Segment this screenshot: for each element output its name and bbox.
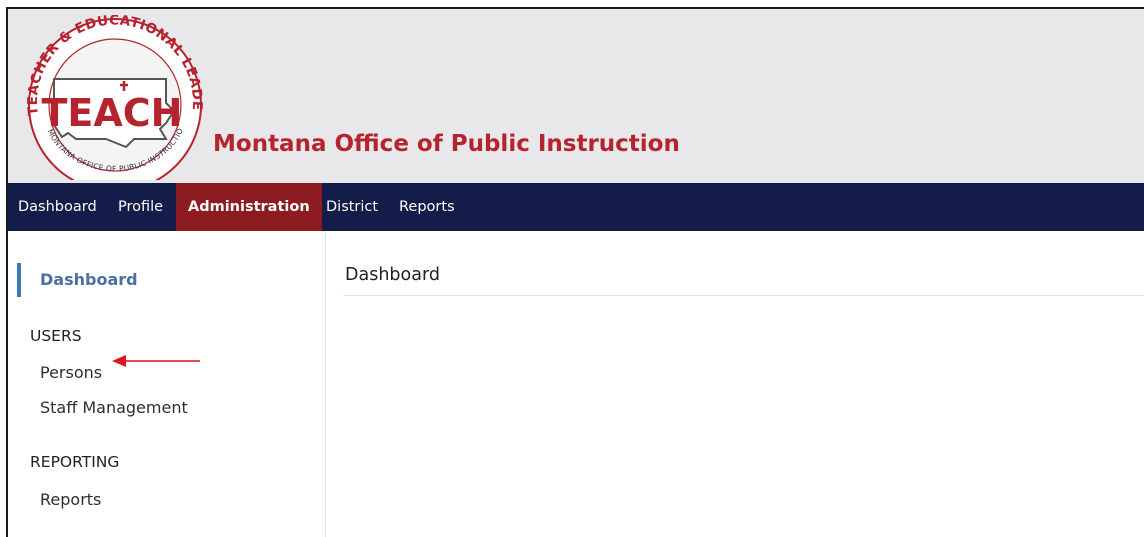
nav-reports[interactable]: Reports	[399, 183, 455, 231]
page-title: Dashboard	[345, 265, 440, 285]
nav-dashboard[interactable]: Dashboard	[18, 183, 97, 231]
sidebar-item-persons[interactable]: Persons	[40, 363, 102, 382]
annotation-arrow-icon	[112, 355, 200, 367]
admin-sidebar: Dashboard USERS Persons Staff Management…	[8, 231, 326, 537]
nav-district[interactable]: District	[326, 183, 378, 231]
sidebar-active-indicator	[17, 263, 21, 297]
sidebar-item-staff-management[interactable]: Staff Management	[40, 398, 188, 417]
logo-center-text: TEACH	[42, 91, 183, 135]
sidebar-heading-reporting: REPORTING	[30, 453, 120, 471]
nav-profile[interactable]: Profile	[118, 183, 163, 231]
sidebar-heading-users: USERS	[30, 327, 82, 345]
teach-logo[interactable]: TEACHER & EDUCATIONAL LEADERS MONTANA OF…	[16, 15, 206, 180]
site-header: TEACHER & EDUCATIONAL LEADERS MONTANA OF…	[8, 9, 1144, 183]
app-frame: TEACHER & EDUCATIONAL LEADERS MONTANA OF…	[6, 7, 1144, 537]
site-title: Montana Office of Public Instruction	[213, 131, 680, 157]
nav-administration[interactable]: Administration	[176, 183, 322, 231]
sidebar-item-reports[interactable]: Reports	[40, 490, 101, 509]
sidebar-item-dashboard[interactable]: Dashboard	[40, 270, 138, 289]
main-nav: Dashboard Profile Administration Distric…	[8, 183, 1144, 231]
title-divider	[343, 295, 1144, 296]
